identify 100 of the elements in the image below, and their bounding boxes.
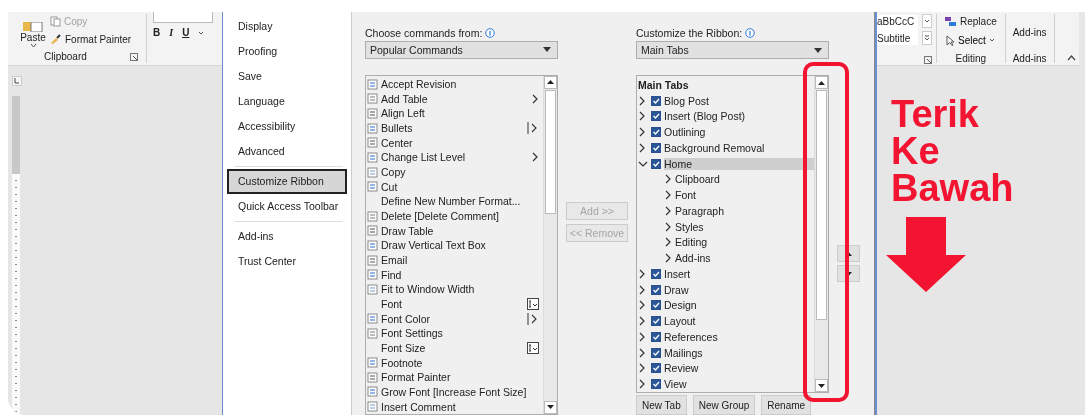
command-item[interactable]: Font Size — [367, 340, 543, 356]
checkbox[interactable] — [651, 379, 661, 390]
tree-item[interactable]: View — [664, 378, 814, 391]
scroll-down-icon[interactable] — [547, 405, 554, 410]
command-item[interactable]: Bullets — [367, 120, 543, 136]
command-item[interactable]: Accept Revision — [367, 76, 543, 92]
command-item[interactable]: Delete [Delete Comment] — [367, 208, 543, 224]
checkbox[interactable] — [651, 300, 661, 311]
tree-item[interactable]: Mailings — [664, 346, 814, 359]
checkbox[interactable] — [651, 95, 661, 106]
tree-action-button[interactable]: New Tab — [636, 395, 687, 415]
scroll-thumb[interactable] — [816, 90, 827, 320]
command-icon — [367, 327, 378, 339]
command-item[interactable]: Format Painter — [367, 369, 543, 385]
tree-action-button[interactable]: New Group — [692, 395, 756, 415]
command-item[interactable]: Find — [367, 267, 543, 282]
command-item[interactable]: Font Color — [367, 311, 543, 326]
scrollbar[interactable] — [814, 76, 828, 392]
command-item[interactable]: Align Left — [367, 106, 543, 121]
tree-item[interactable]: Outlining — [664, 126, 814, 139]
nav-item[interactable]: Proofing — [227, 39, 347, 64]
paste-button[interactable]: Paste — [20, 32, 46, 43]
checkbox[interactable] — [651, 268, 661, 279]
tree-item[interactable]: Font — [675, 189, 814, 202]
gallery-more-icon[interactable] — [922, 31, 932, 45]
nav-item[interactable]: Language — [227, 89, 347, 114]
tree-item[interactable]: Draw — [664, 283, 814, 296]
command-item[interactable]: Font — [367, 296, 543, 312]
command-item[interactable]: Center — [367, 135, 543, 151]
checkbox[interactable] — [651, 158, 661, 169]
add-ins-button[interactable]: Add-ins — [1012, 27, 1047, 38]
collapse-ribbon-icon[interactable] — [1066, 55, 1076, 61]
command-item[interactable]: Define New Number Format... — [367, 194, 543, 209]
field-label: Choose commands from: — [365, 26, 483, 39]
tree-item[interactable]: Design — [664, 299, 814, 312]
command-icon — [367, 357, 378, 369]
launcher-icon[interactable] — [924, 56, 932, 64]
checkbox[interactable] — [651, 316, 661, 327]
scroll-down-icon[interactable] — [818, 383, 825, 388]
commands-dropdown[interactable]: Popular Commands — [365, 40, 558, 59]
command-item[interactable]: Grow Font [Increase Font Size] — [367, 384, 543, 400]
tree-item[interactable]: Add-ins — [675, 252, 814, 265]
command-icon — [367, 225, 378, 237]
command-item[interactable]: Copy — [367, 164, 543, 180]
replace-button[interactable]: Replace — [960, 16, 997, 27]
command-item[interactable]: Fit to Window Width — [367, 282, 543, 297]
style-name: Subtitle — [877, 32, 912, 44]
checkbox[interactable] — [651, 347, 661, 358]
tree-item[interactable]: References — [664, 330, 814, 343]
command-item[interactable]: Cut — [367, 179, 543, 195]
command-item[interactable]: Change List Level — [367, 150, 543, 165]
nav-item[interactable]: Advanced — [227, 139, 347, 164]
format-button[interactable]: B — [153, 27, 161, 38]
tree-item[interactable]: Insert (Blog Post) — [664, 110, 814, 123]
tabs-dropdown[interactable]: Main Tabs — [636, 41, 829, 59]
tree-item[interactable]: Clipboard — [675, 173, 814, 186]
tree-item[interactable]: Insert — [664, 267, 814, 280]
checkbox[interactable] — [651, 331, 661, 342]
scroll-thumb[interactable] — [545, 89, 556, 214]
checkbox[interactable] — [651, 363, 661, 374]
tree-item[interactable]: Home — [664, 157, 814, 170]
launcher-icon[interactable] — [130, 52, 138, 61]
font-field[interactable] — [153, 12, 213, 23]
checkbox[interactable] — [651, 111, 661, 122]
tree-item[interactable]: Review — [664, 362, 814, 375]
scroll-up-icon[interactable] — [818, 80, 825, 85]
format-button[interactable]: U — [182, 27, 190, 38]
command-item[interactable]: Footnote — [367, 355, 543, 370]
tree-item[interactable]: Editing — [675, 236, 814, 249]
dropdown-arrow-icon[interactable] — [814, 47, 822, 53]
dropdown-arrow-icon[interactable] — [543, 47, 551, 53]
nav-item[interactable]: Add-ins — [227, 224, 347, 249]
nav-item[interactable]: Customize Ribbon — [227, 169, 347, 194]
command-item[interactable]: Add Table — [367, 91, 543, 107]
tree-item[interactable]: Background Removal — [664, 141, 814, 154]
checkbox[interactable] — [651, 127, 661, 138]
checkbox[interactable] — [651, 284, 661, 295]
scroll-up-icon[interactable] — [547, 80, 554, 85]
format-painter-button[interactable]: Format Painter — [65, 33, 132, 45]
select-button[interactable]: Select — [958, 34, 995, 46]
tree-item[interactable]: Paragraph — [675, 204, 814, 217]
nav-item[interactable]: Accessibility — [227, 114, 347, 139]
tree-action-button[interactable]: Rename — [761, 395, 812, 415]
gallery-scroll-icon[interactable] — [922, 14, 932, 28]
command-item[interactable]: Insert Comment — [367, 399, 543, 414]
tree-item[interactable]: Styles — [675, 220, 814, 233]
scrollbar[interactable] — [543, 75, 557, 414]
checkbox[interactable] — [651, 142, 661, 153]
command-item[interactable]: Email — [367, 252, 543, 268]
command-item[interactable]: Font Settings — [367, 326, 543, 341]
nav-item[interactable]: Trust Center — [227, 249, 347, 274]
nav-item[interactable]: Save — [227, 64, 347, 89]
nav-item[interactable]: Display — [227, 14, 347, 39]
tree-item[interactable]: Layout — [664, 315, 814, 328]
command-item[interactable]: Draw Table — [367, 223, 543, 239]
nav-item[interactable]: Quick Access Toolbar — [227, 194, 347, 219]
format-button[interactable]: I — [169, 27, 174, 38]
command-item[interactable]: Draw Vertical Text Box — [367, 238, 543, 253]
tree-item[interactable]: Blog Post — [664, 94, 814, 107]
style-gallery[interactable]: aBbCcC Subtitle — [877, 14, 918, 45]
